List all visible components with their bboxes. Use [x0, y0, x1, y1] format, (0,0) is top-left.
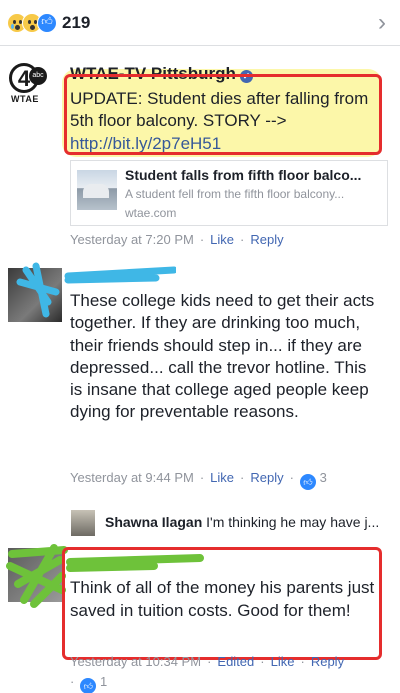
like-icon: 👍︎	[299, 474, 316, 490]
abc-badge: abc	[29, 67, 47, 85]
comment-meta: Yesterday at 10:34 PM · Edited · Like · Reply	[70, 654, 345, 669]
reply-author: Shawna Ilagan	[105, 514, 203, 530]
like-icon: 👍︎	[37, 13, 57, 33]
reaction-count[interactable]: 3	[320, 470, 327, 485]
post-meta: Yesterday at 7:20 PM · Like · Reply	[70, 232, 284, 247]
like-button[interactable]: Like	[271, 654, 295, 669]
comment-text: These college kids need to get their act…	[70, 291, 375, 422]
red-annotation-box	[62, 547, 382, 660]
wtae-logo[interactable]: 4 abc WTAE	[9, 63, 53, 107]
link-description: A student fell from the fifth floor balc…	[125, 187, 345, 201]
post-time[interactable]: Yesterday at 7:20 PM	[70, 232, 194, 247]
reactions-bar[interactable]: 👍︎ 219 ›	[0, 0, 400, 46]
reply-button[interactable]: Reply	[311, 654, 344, 669]
reply-button[interactable]: Reply	[250, 470, 283, 485]
like-button[interactable]: Like	[210, 232, 234, 247]
comment-reactions: · 👍︎ 1	[70, 674, 107, 693]
chevron-right-icon[interactable]: ›	[378, 9, 386, 37]
link-preview-card[interactable]: Student falls from fifth floor balco... …	[70, 160, 388, 226]
avatar[interactable]	[71, 510, 95, 536]
reply-preview[interactable]: Shawna Ilagan I'm thinking he may have j…	[105, 514, 390, 530]
like-icon: 👍︎	[80, 678, 97, 693]
link-thumbnail	[77, 170, 117, 210]
like-button[interactable]: Like	[210, 470, 234, 485]
logo-brand: WTAE	[11, 94, 39, 104]
reply-button[interactable]: Reply	[250, 232, 283, 247]
red-annotation-box	[64, 74, 382, 155]
reply-snippet: I'm thinking he may have j...	[206, 514, 380, 530]
comment-time[interactable]: Yesterday at 10:34 PM	[70, 654, 201, 669]
reaction-count: 219	[62, 13, 91, 32]
comment-time[interactable]: Yesterday at 9:44 PM	[70, 470, 194, 485]
edited-label[interactable]: Edited	[217, 654, 254, 669]
link-domain: wtae.com	[125, 206, 177, 220]
reaction-count[interactable]: 1	[100, 674, 107, 689]
link-title: Student falls from fifth floor balco...	[125, 167, 362, 183]
comment-meta: Yesterday at 9:44 PM · Like · Reply · 👍︎ 3	[70, 470, 327, 490]
